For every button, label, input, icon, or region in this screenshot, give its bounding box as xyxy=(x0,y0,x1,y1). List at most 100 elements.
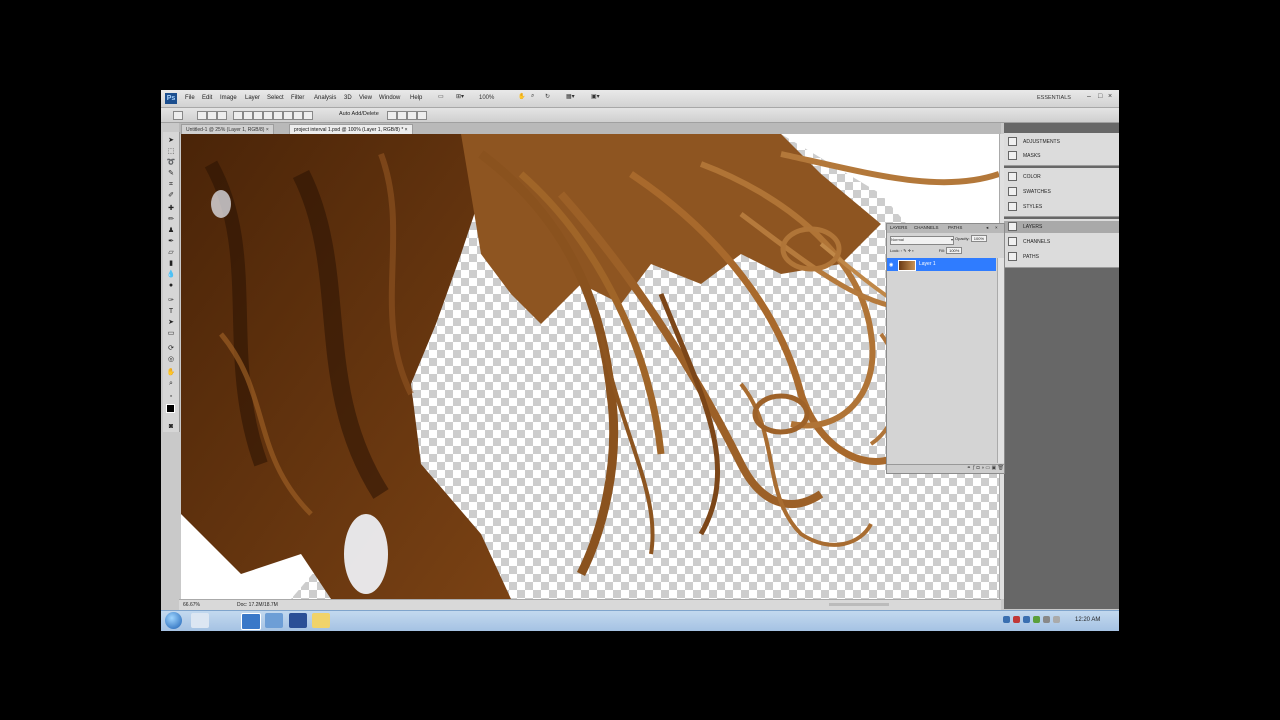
workspace-switcher[interactable]: ESSENTIALS xyxy=(1037,95,1071,101)
screen-mode-icon[interactable]: ▣▾ xyxy=(591,93,600,103)
new-layer-icon[interactable]: ▣ xyxy=(992,465,997,471)
channels-panel-button[interactable]: CHANNELS xyxy=(1008,236,1050,248)
zoom-tool-icon[interactable]: ⌕ xyxy=(531,93,534,103)
layers-panel-button[interactable]: LAYERS xyxy=(1004,221,1119,233)
media-player-icon[interactable] xyxy=(265,613,283,628)
rounded-rectangle-icon[interactable] xyxy=(263,111,273,120)
menu-view[interactable]: View xyxy=(359,95,372,101)
paths-icon[interactable] xyxy=(207,111,217,120)
lock-position-icon[interactable]: ✛ xyxy=(908,248,911,253)
fill-pixels-icon[interactable] xyxy=(217,111,227,120)
horizontal-scrollbar[interactable] xyxy=(829,603,889,606)
color-panel-button[interactable]: COLOR xyxy=(1008,171,1041,183)
default-colors-icon[interactable]: ▫ xyxy=(166,392,176,401)
menu-filter[interactable]: Filter xyxy=(291,95,304,101)
menu-select[interactable]: Select xyxy=(267,95,284,101)
menu-edit[interactable]: Edit xyxy=(202,95,212,101)
gradient-tool-icon[interactable]: ▮ xyxy=(166,259,176,268)
layers-scrollbar[interactable] xyxy=(997,258,1004,463)
crop-tool-icon[interactable]: ⌗ xyxy=(166,180,176,189)
menu-window[interactable]: Window xyxy=(379,95,400,101)
explorer-icon[interactable] xyxy=(241,613,261,630)
blur-tool-icon[interactable]: 💧 xyxy=(166,270,176,279)
visibility-eye-icon[interactable]: ◉ xyxy=(889,262,894,268)
line-icon[interactable] xyxy=(293,111,303,120)
document-size-info[interactable]: Doc: 17.2M/18.7M xyxy=(237,602,278,608)
menu-layer[interactable]: Layer xyxy=(245,95,260,101)
type-tool-icon[interactable]: T xyxy=(166,307,176,316)
maximize-button[interactable]: □ xyxy=(1098,93,1102,100)
tray-icon-1[interactable] xyxy=(1003,616,1010,623)
rectangle-tool-icon[interactable]: ▭ xyxy=(166,329,176,338)
taskbar-clock[interactable]: 12:20 AM xyxy=(1075,617,1100,623)
tray-icon-3[interactable] xyxy=(1023,616,1030,623)
network-icon[interactable] xyxy=(1033,616,1040,623)
minimize-button[interactable]: – xyxy=(1087,93,1091,100)
lock-transparent-icon[interactable]: ▫ xyxy=(901,248,902,253)
panel-close-icon[interactable]: × xyxy=(995,225,998,230)
rectangle-icon[interactable] xyxy=(253,111,263,120)
menu-help[interactable]: Help xyxy=(410,95,422,101)
folder-taskbar-icon[interactable] xyxy=(312,613,330,628)
add-mask-icon[interactable]: ◘ xyxy=(977,465,980,471)
path-subtract-icon[interactable] xyxy=(397,111,407,120)
menu-analysis[interactable]: Analysis xyxy=(314,95,336,101)
paths-panel-button[interactable]: PATHS xyxy=(1008,251,1039,263)
delete-layer-icon[interactable]: 🗑 xyxy=(998,465,1004,471)
path-exclude-icon[interactable] xyxy=(417,111,427,120)
link-layers-icon[interactable]: ⚭ xyxy=(967,465,971,471)
document-canvas[interactable] xyxy=(181,134,999,599)
history-brush-tool-icon[interactable]: ✒ xyxy=(166,237,176,246)
menu-3d[interactable]: 3D xyxy=(344,95,352,101)
zoom-tool-icon[interactable]: ⌕ xyxy=(166,379,176,388)
brush-tool-icon[interactable]: ✏ xyxy=(166,215,176,224)
eraser-tool-icon[interactable]: ▱ xyxy=(166,248,176,257)
layer-name[interactable]: Layer 1 xyxy=(919,261,936,267)
tray-icon-2[interactable] xyxy=(1013,616,1020,623)
foreground-color-swatch[interactable] xyxy=(166,404,175,413)
styles-panel-button[interactable]: STYLES xyxy=(1008,201,1042,213)
tab-layers[interactable]: LAYERS xyxy=(890,225,907,230)
marquee-tool-icon[interactable]: ⬚ xyxy=(166,147,176,156)
path-intersect-icon[interactable] xyxy=(407,111,417,120)
hand-tool-icon[interactable]: ✋ xyxy=(518,93,525,103)
3d-rotate-tool-icon[interactable]: ⟳ xyxy=(166,344,176,353)
hand-tool-icon[interactable]: ✋ xyxy=(166,368,176,377)
clone-stamp-tool-icon[interactable]: ♟ xyxy=(166,226,176,235)
rotate-view-icon[interactable]: ↻ xyxy=(545,93,550,103)
pen-tool-preset-icon[interactable] xyxy=(173,111,183,120)
layer-row[interactable]: ◉ Layer 1 xyxy=(887,258,996,271)
zoom-percentage-field[interactable]: 66.67% xyxy=(183,602,200,608)
move-tool-icon[interactable]: ➤ xyxy=(166,136,176,145)
healing-brush-tool-icon[interactable]: ✚ xyxy=(166,204,176,213)
start-button[interactable] xyxy=(165,612,182,629)
ie-icon[interactable] xyxy=(191,613,209,628)
quick-selection-tool-icon[interactable]: ✎ xyxy=(166,169,176,178)
adjustments-panel-button[interactable]: ADJUSTMENTS xyxy=(1008,136,1060,148)
pen-tool-icon[interactable]: ✑ xyxy=(166,296,176,305)
custom-shape-icon[interactable] xyxy=(303,111,313,120)
fill-field[interactable]: 100% xyxy=(946,247,963,254)
adjustment-layer-icon[interactable]: ◑ xyxy=(981,465,984,471)
ellipse-icon[interactable] xyxy=(273,111,283,120)
lock-all-icon[interactable]: ▪ xyxy=(912,248,913,253)
3d-orbit-tool-icon[interactable]: ◎ xyxy=(166,355,176,364)
panel-collapse-icon[interactable]: ◂ xyxy=(986,225,988,231)
menu-file[interactable]: File xyxy=(185,95,195,101)
dodge-tool-icon[interactable]: ● xyxy=(166,281,176,290)
arrange-documents-icon[interactable]: ▦▾ xyxy=(566,93,575,103)
shape-layers-icon[interactable] xyxy=(197,111,207,120)
opacity-field[interactable]: Opacity: 100% xyxy=(955,235,988,242)
eyedropper-tool-icon[interactable]: ✐ xyxy=(166,191,176,200)
menu-image[interactable]: Image xyxy=(220,95,237,101)
zoom-level-select[interactable]: 100% xyxy=(479,95,494,105)
lasso-tool-icon[interactable]: ➰ xyxy=(166,158,176,167)
volume-icon[interactable] xyxy=(1043,616,1050,623)
polygon-icon[interactable] xyxy=(283,111,293,120)
masks-panel-button[interactable]: MASKS xyxy=(1008,150,1041,162)
power-icon[interactable] xyxy=(1053,616,1060,623)
freeform-pen-icon[interactable] xyxy=(243,111,253,120)
guides-icon[interactable]: ⊞▾ xyxy=(456,93,464,103)
path-selection-tool-icon[interactable]: ➤ xyxy=(166,318,176,327)
tab-paths[interactable]: PATHS xyxy=(948,225,962,230)
